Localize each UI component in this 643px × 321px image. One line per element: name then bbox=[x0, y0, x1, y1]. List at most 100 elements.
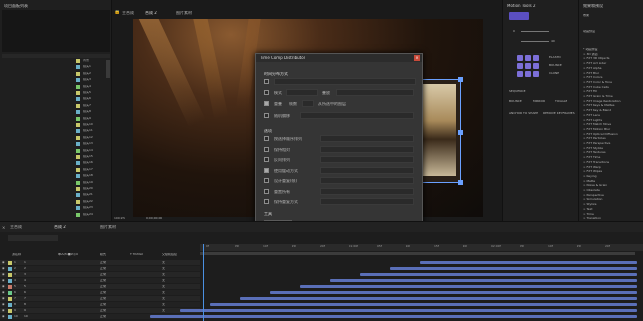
handle-bottom-right[interactable] bbox=[458, 180, 463, 185]
viewer-timecode[interactable]: 0;00;00;00 bbox=[146, 217, 162, 220]
effects-list-item[interactable]: > Simulation bbox=[583, 198, 641, 201]
timeline-layer-row[interactable]: ◉ 5 5 正常 无 bbox=[0, 284, 200, 289]
timeline-layer-row[interactable]: ◉ 7 7 正常 无 bbox=[0, 296, 200, 301]
effects-list-item[interactable]: > FXT Alpha bbox=[583, 67, 641, 70]
project-item[interactable]: 镜头3 bbox=[0, 77, 112, 83]
layer-mode[interactable]: 正常 bbox=[100, 267, 106, 270]
option-checkbox[interactable] bbox=[264, 167, 269, 173]
viewer-zoom[interactable]: 100.9% bbox=[114, 217, 125, 220]
effects-list-item[interactable]: > Keying bbox=[583, 175, 641, 178]
effects-list-item[interactable]: > 3D 通道 bbox=[583, 53, 641, 56]
project-item[interactable]: 镜头12 bbox=[0, 135, 112, 141]
layer-duration-bar[interactable] bbox=[210, 303, 637, 306]
project-item[interactable]: 镜头15 bbox=[0, 154, 112, 160]
effects-list-item[interactable]: > FXT Keys & Mattes bbox=[583, 104, 641, 107]
anchor-tile-tr[interactable] bbox=[533, 55, 539, 61]
layer-visibility-icon[interactable]: ◉ bbox=[2, 279, 5, 282]
anchor-tile-ml[interactable] bbox=[517, 63, 523, 69]
overlap-checkbox[interactable] bbox=[264, 90, 269, 95]
option-checkbox[interactable] bbox=[264, 136, 269, 141]
layer-mode[interactable]: 正常 bbox=[100, 291, 106, 294]
layer-parent[interactable]: 无 bbox=[162, 273, 165, 276]
effects-list-item[interactable]: > FXT Time bbox=[583, 156, 641, 159]
effects-list-item[interactable]: > FXT Perspective bbox=[583, 142, 641, 145]
bounce2-label[interactable]: BOUNCE bbox=[509, 100, 522, 103]
effects-list-item[interactable]: > Perspective bbox=[583, 194, 641, 197]
work-area-bar[interactable] bbox=[200, 252, 635, 255]
layer-visibility-icon[interactable]: ◉ bbox=[2, 309, 5, 312]
viewer-tab-0[interactable]: 主合成 bbox=[122, 11, 134, 15]
effects-list-item[interactable]: > FXT Lens bbox=[583, 114, 641, 117]
option-checkbox[interactable] bbox=[264, 199, 269, 204]
project-item[interactable]: 镜头14 bbox=[0, 148, 112, 154]
playhead[interactable] bbox=[203, 244, 204, 321]
effects-list-item[interactable]: > Matte bbox=[583, 180, 641, 183]
motion-slider-2[interactable] bbox=[521, 41, 549, 42]
layer-visibility-icon[interactable]: ◉ bbox=[2, 285, 5, 288]
project-item[interactable]: 镜头22 bbox=[0, 199, 112, 205]
option-field[interactable] bbox=[320, 166, 414, 174]
anchor-tile-bc[interactable] bbox=[525, 71, 531, 77]
effects-list-item[interactable]: > FXT Color & Tone bbox=[583, 81, 641, 84]
effects-list-item[interactable]: > FXT Act Lidar bbox=[583, 62, 641, 65]
timeline-layer-row[interactable]: ◉ 2 2 正常 无 bbox=[0, 266, 200, 271]
project-item[interactable]: 背景 bbox=[0, 58, 112, 64]
effects-list-item[interactable]: > Noise & Grain bbox=[583, 184, 641, 187]
timeline-layer-row[interactable]: ◉ 3 3 正常 无 bbox=[0, 272, 200, 277]
layer-duration-bar[interactable] bbox=[150, 315, 637, 318]
random-input[interactable] bbox=[300, 112, 414, 119]
layer-duration-bar[interactable] bbox=[360, 273, 637, 276]
project-item[interactable]: 镜头20 bbox=[0, 186, 112, 192]
selected-layer-bounds[interactable] bbox=[417, 77, 463, 185]
timeline-layer-row[interactable]: ◉ 8 8 正常 无 bbox=[0, 302, 200, 307]
effects-list-item[interactable]: > FXT Match Move bbox=[583, 123, 641, 126]
project-item[interactable]: 镜头5 bbox=[0, 90, 112, 96]
timeline-ruler[interactable]: 0f 05f 10f 15f 20f 01:00f 05f 10f 15f 20f 02:00f 05… bbox=[200, 244, 643, 251]
timeline-tab-2[interactable]: 图片素材 bbox=[100, 225, 116, 229]
project-item[interactable]: 镜头18 bbox=[0, 173, 112, 179]
effects-list-item[interactable]: > FXT Motion Blur bbox=[583, 128, 641, 131]
option-field[interactable] bbox=[320, 145, 414, 153]
layer-mode[interactable]: 正常 bbox=[100, 279, 106, 282]
layer-mode[interactable]: 正常 bbox=[100, 261, 106, 264]
anchor-tile-tl[interactable] bbox=[517, 55, 523, 61]
layer-parent[interactable]: 无 bbox=[162, 285, 165, 288]
effects-list-item[interactable]: > FXT Lights bbox=[583, 119, 641, 122]
effects-list-item[interactable]: > FXT Optical Diffusion bbox=[583, 133, 641, 136]
effects-search-input[interactable]: 效果 bbox=[583, 14, 639, 19]
layer-parent[interactable]: 无 bbox=[162, 291, 165, 294]
layer-visibility-icon[interactable]: ◉ bbox=[2, 273, 5, 276]
project-item[interactable]: 镜头6 bbox=[0, 96, 112, 102]
option-field[interactable] bbox=[320, 198, 414, 205]
effects-list-item[interactable]: > FXT Transitions bbox=[583, 161, 641, 164]
project-item[interactable]: 镜头9 bbox=[0, 116, 112, 122]
anchor-to-shape-label[interactable]: ANCHOR TO SHAPE bbox=[509, 112, 538, 115]
effects-list-item[interactable]: > FXT 3D Objects bbox=[583, 57, 641, 60]
effects-list-item[interactable]: > Obsolete bbox=[583, 189, 641, 192]
project-item[interactable]: 镜头7 bbox=[0, 103, 112, 109]
anchor-tile-mc[interactable] bbox=[525, 63, 531, 69]
motion-slider-1[interactable] bbox=[521, 31, 549, 32]
layer-mode[interactable]: 正常 bbox=[100, 273, 106, 276]
layer-visibility-icon[interactable]: ◉ bbox=[2, 267, 5, 270]
mode-field[interactable] bbox=[274, 78, 416, 85]
layer-parent[interactable]: 无 bbox=[162, 261, 165, 264]
layer-parent[interactable]: 无 bbox=[162, 279, 165, 282]
effects-list-item[interactable]: > FXT Wipes bbox=[583, 170, 641, 173]
effects-list-item[interactable]: > FXT Colors bbox=[583, 76, 641, 79]
layer-duration-bar[interactable] bbox=[300, 285, 637, 288]
layer-visibility-icon[interactable]: ◉ bbox=[2, 315, 5, 318]
mirror-label[interactable]: MIRROR bbox=[533, 100, 545, 103]
layer-duration-bar[interactable] bbox=[180, 309, 637, 312]
effects-list-item[interactable]: > FXT Blur bbox=[583, 72, 641, 75]
effects-list-item[interactable]: > FXT Key & Blend bbox=[583, 109, 641, 112]
layer-mode[interactable]: 正常 bbox=[100, 297, 106, 300]
project-item[interactable]: 镜头24 bbox=[0, 212, 112, 218]
sequence-label[interactable]: SEQUENCE bbox=[509, 90, 526, 93]
effects-list-item[interactable]: > Stylize bbox=[583, 203, 641, 206]
anchor-tile-bl[interactable] bbox=[517, 71, 523, 77]
project-item[interactable]: 镜头23 bbox=[0, 205, 112, 211]
effects-list-item[interactable]: > FXT Warp bbox=[583, 166, 641, 169]
handle-mid-right[interactable] bbox=[458, 130, 463, 135]
timeline-tab-1[interactable]: 合成 2 bbox=[54, 225, 66, 229]
